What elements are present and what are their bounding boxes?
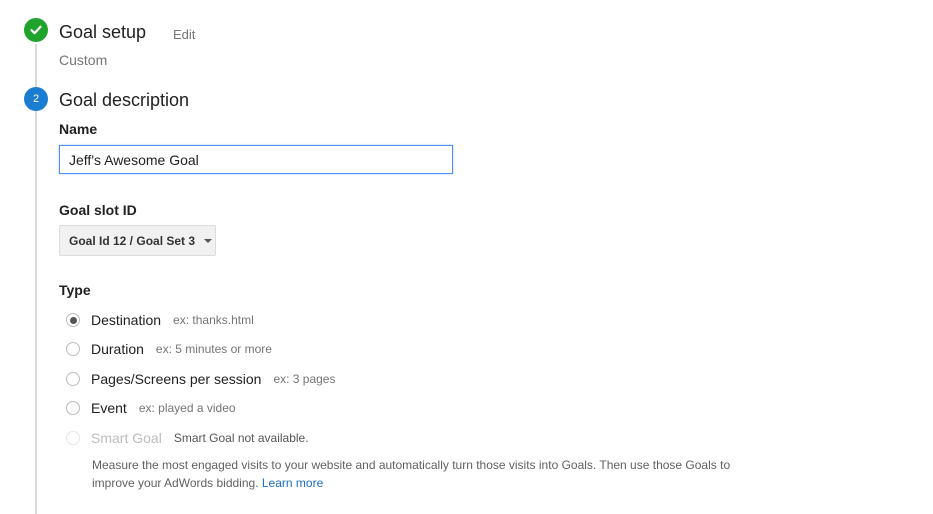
step-setup-summary: Custom [59, 52, 108, 68]
radio-duration[interactable] [66, 342, 80, 356]
edit-setup-link[interactable]: Edit [173, 27, 195, 42]
step-complete-check-icon [24, 18, 48, 42]
goal-slot-selected-value: Goal Id 12 / Goal Set 3 [69, 233, 196, 248]
type-option-destination[interactable]: Destination ex: thanks.html [66, 312, 254, 328]
radio-pages-per-session[interactable] [66, 372, 80, 386]
radio-label: Smart Goal [91, 430, 162, 446]
radio-destination[interactable] [66, 313, 80, 327]
radio-event[interactable] [66, 401, 80, 415]
goal-slot-dropdown[interactable]: Goal Id 12 / Goal Set 3 [59, 225, 216, 256]
goal-name-input[interactable] [59, 145, 453, 174]
type-option-duration[interactable]: Duration ex: 5 minutes or more [66, 341, 272, 357]
radio-hint: Smart Goal not available. [173, 431, 309, 445]
radio-hint: ex: played a video [138, 401, 236, 415]
smart-goal-description-text: Measure the most engaged visits to your … [92, 458, 731, 490]
radio-label: Pages/Screens per session [91, 371, 262, 387]
radio-hint: ex: 3 pages [273, 372, 336, 386]
learn-more-link[interactable]: Learn more [262, 476, 323, 490]
goal-slot-label: Goal slot ID [59, 202, 137, 218]
step-number-badge: 2 [24, 87, 48, 111]
step-setup-title: Goal setup [59, 22, 147, 42]
smart-goal-description: Measure the most engaged visits to your … [92, 456, 772, 492]
step-description-title: Goal description [59, 90, 190, 110]
type-option-smart-goal: Smart Goal Smart Goal not available. [66, 430, 309, 446]
type-label: Type [59, 282, 91, 298]
radio-label: Event [91, 400, 127, 416]
radio-label: Duration [91, 341, 144, 357]
type-option-event[interactable]: Event ex: played a video [66, 400, 236, 416]
name-label: Name [59, 121, 98, 137]
type-option-pages-per-session[interactable]: Pages/Screens per session ex: 3 pages [66, 371, 335, 387]
radio-smart-goal [66, 431, 80, 445]
radio-hint: ex: 5 minutes or more [155, 342, 272, 356]
stepper-line [35, 44, 37, 514]
chevron-down-icon [204, 238, 213, 243]
radio-hint: ex: thanks.html [173, 313, 254, 327]
radio-label: Destination [91, 312, 162, 328]
